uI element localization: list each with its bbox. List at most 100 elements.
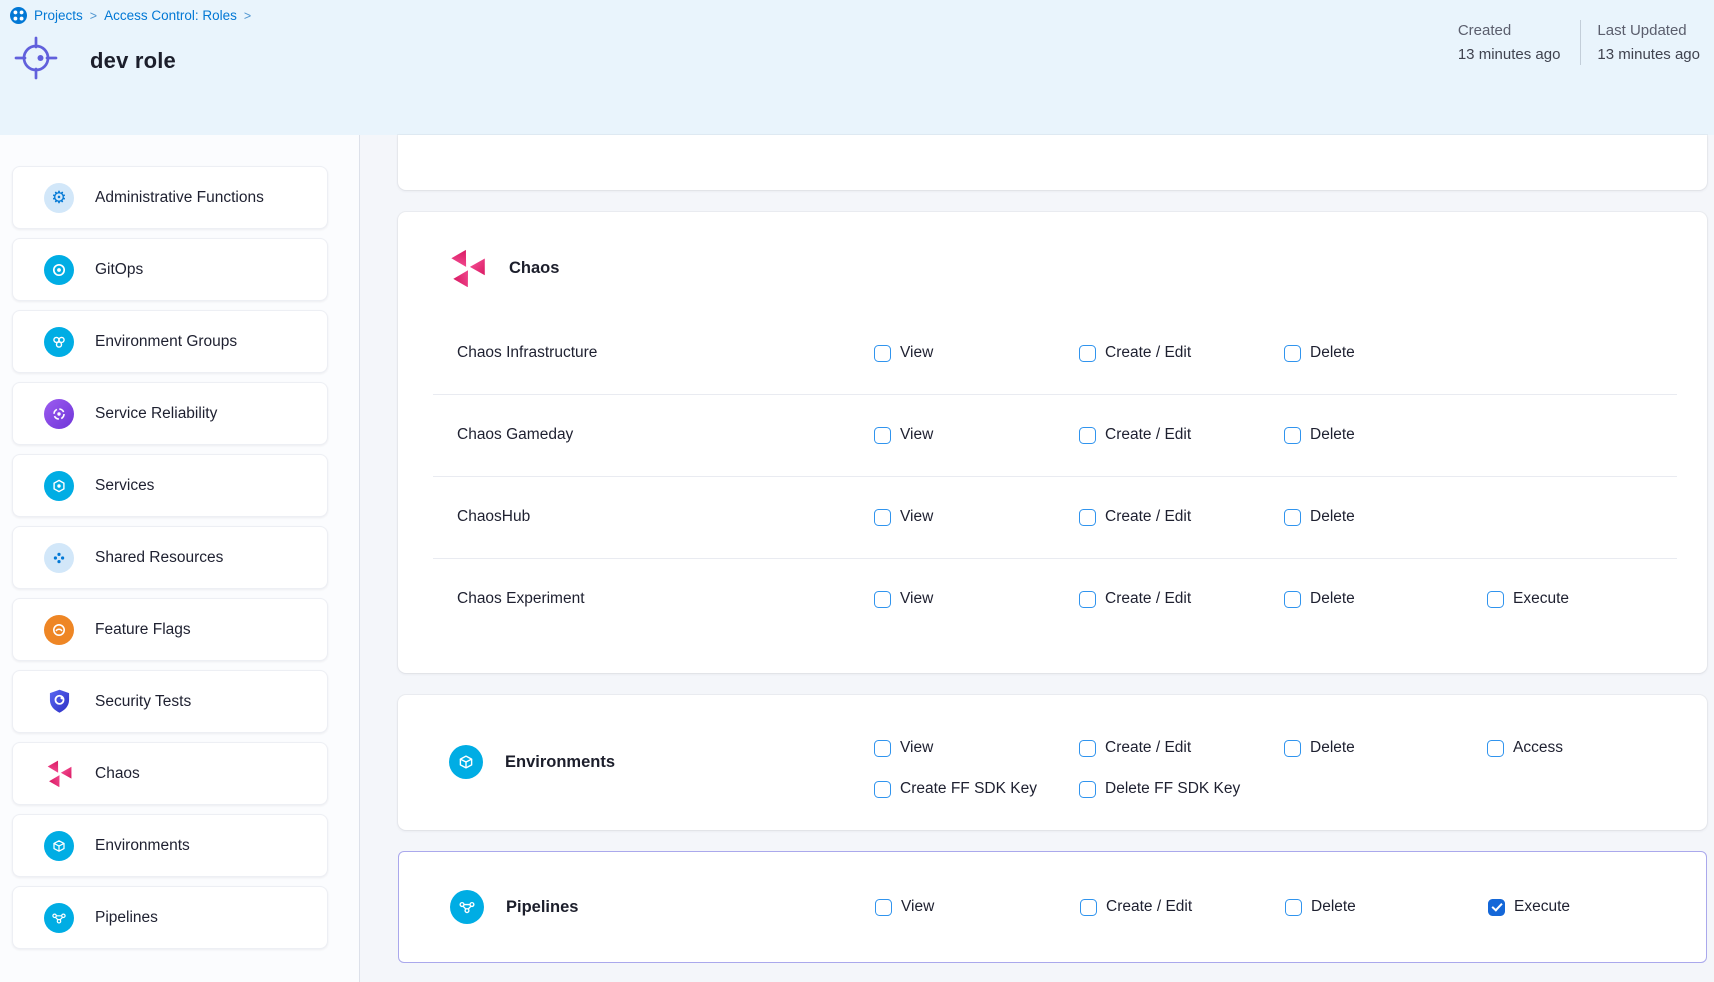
- gear-icon: ⚙: [44, 183, 74, 213]
- checkbox-label: Delete: [1310, 344, 1355, 362]
- permission-chaos-gameday-delete[interactable]: Delete: [1284, 426, 1355, 444]
- permission-environments-create-edit[interactable]: Create / Edit: [1079, 739, 1191, 757]
- permission-chaos-experiment-execute[interactable]: Execute: [1487, 590, 1569, 608]
- permission-chaos-infrastructure-create-edit[interactable]: Create / Edit: [1079, 344, 1191, 362]
- checkbox-chaos-experiment-view[interactable]: [874, 591, 891, 608]
- checkbox-environments-delete[interactable]: [1284, 740, 1301, 757]
- permission-chaos-experiment-view[interactable]: View: [874, 590, 933, 608]
- service-reliability-icon: [51, 406, 67, 422]
- permission-chaos-experiment-create-edit[interactable]: Create / Edit: [1079, 590, 1191, 608]
- checkbox-chaos-gameday-view[interactable]: [874, 427, 891, 444]
- sidebar-item-label: Services: [95, 477, 154, 495]
- permission-line: View Create / Edit Delete Access: [398, 735, 1707, 761]
- permission-environments-create-ff-sdk-key[interactable]: Create FF SDK Key: [874, 780, 1037, 798]
- sidebar-item-label: Environments: [95, 837, 190, 855]
- permission-chaos-infrastructure-delete[interactable]: Delete: [1284, 344, 1355, 362]
- permission-chaos-experiment-delete[interactable]: Delete: [1284, 590, 1355, 608]
- section-title: Chaos: [509, 259, 559, 278]
- resource-group-sidebar: ⚙ Administrative Functions GitOps Environme…: [0, 135, 360, 982]
- sidebar-item-feature-flags[interactable]: Feature Flags: [12, 598, 328, 661]
- environments-icon: [44, 831, 74, 861]
- sidebar-item-chaos[interactable]: Chaos: [12, 742, 328, 805]
- sidebar-item-gitops[interactable]: GitOps: [12, 238, 328, 301]
- permission-pipelines-create-edit[interactable]: Create / Edit: [1080, 898, 1192, 916]
- service-reliability-icon: [44, 399, 74, 429]
- checkbox-pipelines-delete[interactable]: [1285, 899, 1302, 916]
- checkbox-label: Create / Edit: [1105, 590, 1191, 608]
- sidebar-item-shared-resources[interactable]: Shared Resources: [12, 526, 328, 589]
- checkbox-chaoshub-view[interactable]: [874, 509, 891, 526]
- checkbox-chaos-gameday-create-edit[interactable]: [1079, 427, 1096, 444]
- last-updated-label: Last Updated: [1597, 22, 1700, 39]
- checkbox-label: View: [900, 739, 933, 757]
- created-label: Created: [1458, 22, 1561, 39]
- sidebar-item-service-reliability[interactable]: Service Reliability: [12, 382, 328, 445]
- sidebar-item-security-tests[interactable]: Security Tests: [12, 670, 328, 733]
- sidebar-item-pipelines[interactable]: Pipelines: [12, 886, 328, 949]
- permission-environments-delete-ff-sdk-key[interactable]: Delete FF SDK Key: [1079, 780, 1240, 798]
- permission-pipelines-execute[interactable]: Execute: [1488, 898, 1570, 916]
- scrolled-card-partial: [398, 135, 1707, 190]
- checkbox-chaos-infrastructure-view[interactable]: [874, 345, 891, 362]
- permission-chaos-gameday-view[interactable]: View: [874, 426, 933, 444]
- shared-resources-icon: [51, 550, 67, 566]
- sidebar-item-label: Pipelines: [95, 909, 158, 927]
- checkbox-environments-create-ff-sdk-key[interactable]: [874, 781, 891, 798]
- checkbox-chaoshub-create-edit[interactable]: [1079, 509, 1096, 526]
- checkbox-chaos-infrastructure-create-edit[interactable]: [1079, 345, 1096, 362]
- permission-environments-view[interactable]: View: [874, 739, 933, 757]
- resource-label: Chaos Infrastructure: [457, 344, 597, 362]
- sidebar-item-label: Administrative Functions: [95, 189, 264, 207]
- permission-pipelines-delete[interactable]: Delete: [1285, 898, 1356, 916]
- page-title: dev role: [90, 48, 176, 74]
- created-value: 13 minutes ago: [1458, 46, 1561, 63]
- checkbox-label: Delete: [1310, 426, 1355, 444]
- security-tests-icon: [46, 688, 73, 715]
- checkbox-pipelines-create-edit[interactable]: [1080, 899, 1097, 916]
- checkbox-environments-view[interactable]: [874, 740, 891, 757]
- pipelines-permissions-card[interactable]: PipelinesViewCreate / EditDeleteExecute: [398, 851, 1707, 963]
- checkbox-label: Create / Edit: [1105, 508, 1191, 526]
- checkbox-label: Create / Edit: [1106, 898, 1192, 916]
- chaos-icon: [449, 249, 487, 287]
- permission-environments-access[interactable]: Access: [1487, 739, 1563, 757]
- checkbox-environments-delete-ff-sdk-key[interactable]: [1079, 781, 1096, 798]
- permission-chaoshub-view[interactable]: View: [874, 508, 933, 526]
- permission-line: Create FF SDK Key Delete FF SDK Key: [398, 776, 1707, 802]
- checkbox-environments-create-edit[interactable]: [1079, 740, 1096, 757]
- checkbox-label: View: [900, 590, 933, 608]
- shared-resources-icon: [44, 543, 74, 573]
- breadcrumb-projects-link[interactable]: Projects: [34, 8, 83, 23]
- permission-environments-delete[interactable]: Delete: [1284, 739, 1355, 757]
- checkbox-chaos-infrastructure-delete[interactable]: [1284, 345, 1301, 362]
- checkbox-chaos-gameday-delete[interactable]: [1284, 427, 1301, 444]
- resource-label: ChaosHub: [457, 508, 530, 526]
- checkbox-label: Delete FF SDK Key: [1105, 780, 1240, 798]
- environment-groups-icon: [51, 334, 67, 350]
- breadcrumb-separator: >: [90, 9, 97, 23]
- checkbox-pipelines-view[interactable]: [875, 899, 892, 916]
- sidebar-item-label: Feature Flags: [95, 621, 191, 639]
- checkbox-label: Delete: [1311, 898, 1356, 916]
- checkbox-chaos-experiment-execute[interactable]: [1487, 591, 1504, 608]
- checkbox-environments-access[interactable]: [1487, 740, 1504, 757]
- page-header: Projects > Access Control: Roles > dev r…: [0, 0, 1714, 135]
- checkbox-label: View: [900, 508, 933, 526]
- sidebar-item-services[interactable]: Services: [12, 454, 328, 517]
- checkbox-chaos-experiment-create-edit[interactable]: [1079, 591, 1096, 608]
- permission-chaoshub-delete[interactable]: Delete: [1284, 508, 1355, 526]
- sidebar-item-environments[interactable]: Environments: [12, 814, 328, 877]
- permission-chaos-infrastructure-view[interactable]: View: [874, 344, 933, 362]
- chaos-icon: [449, 249, 487, 287]
- permission-chaos-gameday-create-edit[interactable]: Create / Edit: [1079, 426, 1191, 444]
- checkbox-chaoshub-delete[interactable]: [1284, 509, 1301, 526]
- services-icon: [44, 471, 74, 501]
- sidebar-item-environment-groups[interactable]: Environment Groups: [12, 310, 328, 373]
- sidebar-item-administrative-functions[interactable]: ⚙ Administrative Functions: [12, 166, 328, 229]
- checkbox-pipelines-execute-checked[interactable]: [1488, 899, 1505, 916]
- breadcrumb-roles-link[interactable]: Access Control: Roles: [104, 8, 237, 23]
- permission-pipelines-view[interactable]: View: [875, 898, 934, 916]
- sidebar-item-label: Service Reliability: [95, 405, 217, 423]
- permission-chaoshub-create-edit[interactable]: Create / Edit: [1079, 508, 1191, 526]
- checkbox-chaos-experiment-delete[interactable]: [1284, 591, 1301, 608]
